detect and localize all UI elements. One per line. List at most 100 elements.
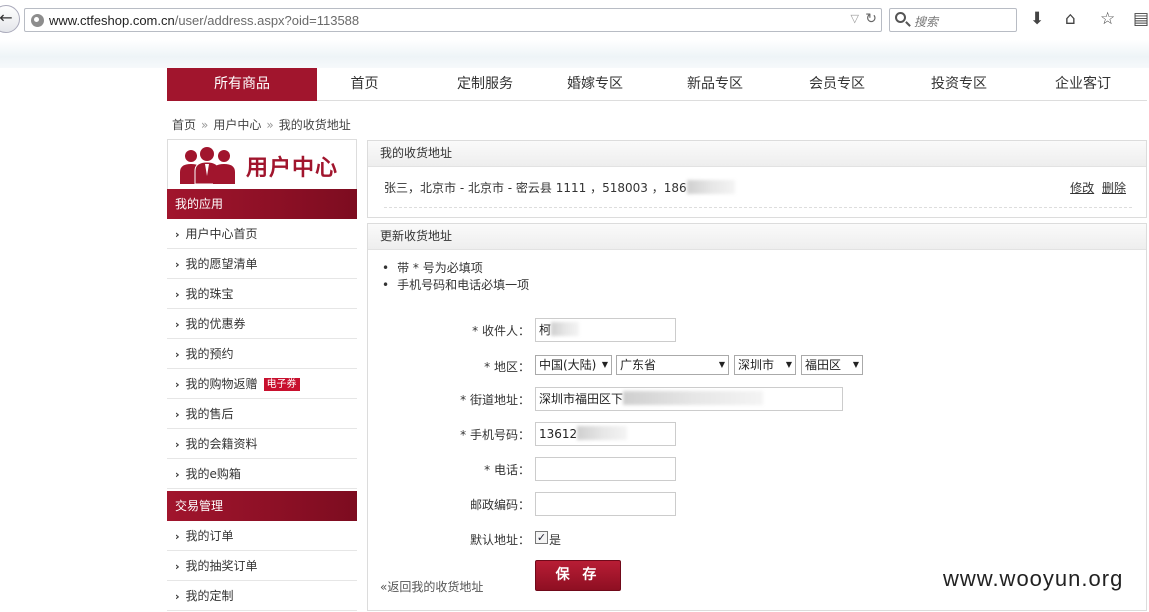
breadcrumb-current: 我的收货地址 <box>278 118 351 132</box>
address-form-title: 更新收货地址 <box>368 224 1146 250</box>
download-icon[interactable]: ⬇ <box>1030 10 1044 28</box>
browser-toolbar: ← www.ctfeshop.com.cn/user/address.aspx?… <box>0 0 1149 40</box>
region-label: * 地区： <box>484 360 530 374</box>
sidebar-item-e-box[interactable]: › 我的e购箱 <box>167 459 357 489</box>
reader-icon[interactable]: ▤ <box>1133 10 1149 28</box>
nav-custom-service[interactable]: 定制服务 <box>435 68 535 101</box>
address-actions: 修改 删除 <box>1066 179 1126 196</box>
sidebar: 用户中心 我的应用 › 用户中心首页 › 我的愿望清单 › 我的珠宝 › 我的优惠券 ›… <box>167 139 357 611</box>
street-input[interactable]: 深圳市福田区下 <box>535 387 843 411</box>
mobile-value: 13612 <box>539 427 578 441</box>
sidebar-item-label: 我的愿望清单 <box>185 257 258 271</box>
breadcrumb-user-center[interactable]: 用户中心 <box>213 118 261 132</box>
province-select[interactable]: 广东省 <box>616 355 729 375</box>
sidebar-item-orders[interactable]: › 我的订单 <box>167 521 357 551</box>
sidebar-item-label: 我的售后 <box>185 407 234 421</box>
breadcrumb-home[interactable]: 首页 <box>172 118 196 132</box>
chevron-right-icon: › <box>175 408 180 421</box>
edit-address-link[interactable]: 修改 <box>1070 181 1094 195</box>
default-option-label[interactable]: 是 <box>549 531 561 548</box>
user-center-title: 用户中心 <box>246 156 339 181</box>
breadcrumb: 首页» 用户中心» 我的收货地址 <box>172 118 351 132</box>
default-label: 默认地址： <box>469 533 530 547</box>
nav-home[interactable]: 首页 <box>327 68 402 101</box>
sidebar-item-wishlist[interactable]: › 我的愿望清单 <box>167 249 357 279</box>
reload-icon[interactable]: ↻ <box>865 11 877 27</box>
sidebar-item-label: 我的订单 <box>185 529 234 543</box>
nav-corporate[interactable]: 企业客订 <box>1033 68 1133 101</box>
chevron-right-icon: › <box>175 228 180 241</box>
sidebar-item-membership[interactable]: › 我的会籍资料 <box>167 429 357 459</box>
chevron-right-icon: › <box>175 560 180 573</box>
address-list-title: 我的收货地址 <box>368 141 1146 167</box>
save-button[interactable]: 保 存 <box>535 560 621 591</box>
chevron-right-icon: › <box>175 348 180 361</box>
sidebar-item-rebates[interactable]: › 我的购物返赠 电子券 <box>167 369 357 399</box>
mobile-label: * 手机号码： <box>460 428 530 442</box>
phone-label: * 电话： <box>484 463 530 477</box>
nav-all-products[interactable]: 所有商品 <box>167 68 317 101</box>
divider <box>384 207 1132 208</box>
sidebar-item-user-home[interactable]: › 用户中心首页 <box>167 219 357 249</box>
chevron-right-icon: › <box>175 468 180 481</box>
header-band <box>0 40 1149 68</box>
sidebar-item-label: 我的抽奖订单 <box>185 559 258 573</box>
coupon-badge: 电子券 <box>263 378 300 391</box>
chevron-right-icon: › <box>175 438 180 451</box>
globe-icon <box>31 14 44 27</box>
recipient-value: 柯 <box>539 323 552 337</box>
nav-investment[interactable]: 投资专区 <box>909 68 1009 101</box>
address-list-panel: 我的收货地址 张三，北京市 - 北京市 - 密云县 1111 ，518003 ，… <box>367 140 1147 218</box>
nav-wedding[interactable]: 婚嫁专区 <box>545 68 645 101</box>
home-icon[interactable]: ⌂ <box>1065 10 1076 28</box>
recipient-label: * 收件人： <box>472 324 530 338</box>
sidebar-item-label: 用户中心首页 <box>185 227 258 241</box>
sidebar-item-custom-orders[interactable]: › 我的定制 <box>167 581 357 611</box>
user-center-header: 用户中心 <box>167 139 357 189</box>
search-placeholder: 搜索 <box>914 15 939 29</box>
sidebar-item-jewelry[interactable]: › 我的珠宝 <box>167 279 357 309</box>
mobile-input[interactable]: 13612 <box>535 422 676 446</box>
recipient-input[interactable]: 柯 <box>535 318 676 342</box>
nav-members[interactable]: 会员专区 <box>787 68 887 101</box>
chevron-right-icon: › <box>175 378 180 391</box>
sidebar-item-label: 我的会籍资料 <box>185 437 258 451</box>
search-icon <box>895 12 906 23</box>
zip-label: 邮政编码： <box>469 498 530 512</box>
back-arrow-icon[interactable]: ← <box>0 5 20 33</box>
sidebar-item-label: 我的定制 <box>185 589 234 603</box>
address-bar[interactable]: www.ctfeshop.com.cn/user/address.aspx?oi… <box>24 8 882 32</box>
redacted-name <box>551 322 580 336</box>
watermark: www.wooyun.org <box>943 566 1124 591</box>
zip-input[interactable] <box>535 492 676 516</box>
phone-input[interactable] <box>535 457 676 481</box>
sidebar-item-after-sales[interactable]: › 我的售后 <box>167 399 357 429</box>
delete-address-link[interactable]: 删除 <box>1102 181 1126 195</box>
note-required: 带 * 号为必填项 <box>382 260 529 277</box>
sidebar-item-appointments[interactable]: › 我的预约 <box>167 339 357 369</box>
street-label: * 街道地址： <box>460 393 530 407</box>
city-select[interactable]: 深圳市 <box>734 355 796 375</box>
sidebar-item-label: 我的e购箱 <box>185 467 241 481</box>
sidebar-item-label: 我的预约 <box>185 347 234 361</box>
default-checkbox[interactable]: ✓ <box>535 531 548 544</box>
section-my-apps: 我的应用 <box>167 189 357 219</box>
district-select[interactable]: 福田区 <box>801 355 863 375</box>
form-notes: 带 * 号为必填项 手机号码和电话必填一项 <box>382 260 529 294</box>
url-dropdown-icon[interactable]: ▽ <box>851 12 859 25</box>
url-text[interactable]: www.ctfeshop.com.cn/user/address.aspx?oi… <box>49 13 359 28</box>
bookmark-star-icon[interactable]: ☆ <box>1100 10 1115 28</box>
nav-new-arrivals[interactable]: 新品专区 <box>665 68 765 101</box>
redacted-phone <box>686 180 735 194</box>
url-host: www.ctfeshop.com.cn <box>49 13 175 28</box>
sidebar-item-coupons[interactable]: › 我的优惠券 <box>167 309 357 339</box>
section-trade-management: 交易管理 <box>167 491 357 521</box>
chevron-right-icon: › <box>175 288 180 301</box>
country-select[interactable]: 中国(大陆) <box>535 355 612 375</box>
sidebar-item-label: 我的优惠券 <box>185 317 246 331</box>
users-icon <box>180 147 235 184</box>
sidebar-item-lottery-orders[interactable]: › 我的抽奖订单 <box>167 551 357 581</box>
back-to-addresses-link[interactable]: «返回我的收货地址 <box>380 578 483 595</box>
sidebar-item-label: 我的珠宝 <box>185 287 234 301</box>
search-box[interactable]: 搜索 <box>889 8 1017 32</box>
